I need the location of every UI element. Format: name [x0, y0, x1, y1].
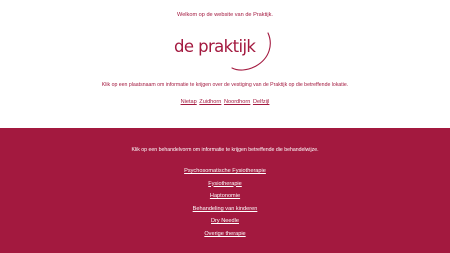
- welcome-text: Welkom op de website van de Praktijk.: [177, 12, 273, 18]
- treatments-section: Klik op een behandelvorm om informatie t…: [0, 128, 450, 253]
- location-links: Nietap Zuidhorn Noordhorn Delfzijl: [0, 99, 450, 105]
- location-link-zuidhorn[interactable]: Zuidhorn: [199, 99, 221, 105]
- treatment-link-haptonomie[interactable]: Haptonomie: [210, 193, 240, 199]
- treatment-link-behandeling-van-kinderen[interactable]: Behandeling van kinderen: [193, 206, 258, 212]
- locations-intro: Klik op een plaatsnaam om informatie te …: [101, 82, 349, 88]
- list-item: Overige therapie: [0, 227, 450, 240]
- list-item: Behandeling van kinderen: [0, 202, 450, 215]
- treatment-link-dry-needle[interactable]: Dry Needle: [211, 218, 239, 224]
- location-link-noordhorn[interactable]: Noordhorn: [224, 99, 250, 105]
- logo-swoosh-icon: [231, 32, 271, 71]
- list-item: Psychosomatische Fysiotherapie: [0, 164, 450, 177]
- praktijk-logo: de praktijk: [172, 30, 278, 72]
- list-item: Fysiotherapie: [0, 177, 450, 190]
- list-item: Haptonomie: [0, 189, 450, 202]
- treatment-list: Psychosomatische Fysiotherapie Fysiother…: [0, 164, 450, 240]
- location-link-nietap[interactable]: Nietap: [181, 99, 197, 105]
- treatment-link-psychosomatische-fysiotherapie[interactable]: Psychosomatische Fysiotherapie: [184, 168, 266, 174]
- treatment-link-fysiotherapie[interactable]: Fysiotherapie: [208, 181, 242, 187]
- treatment-link-overige-therapie[interactable]: Overige therapie: [204, 231, 245, 237]
- treatments-intro: Klik op een behandelvorm om informatie t…: [131, 147, 319, 153]
- location-link-delfzijl[interactable]: Delfzijl: [253, 99, 269, 105]
- header-section: Welkom op de website van de Praktijk. de…: [0, 0, 450, 128]
- list-item: Dry Needle: [0, 214, 450, 227]
